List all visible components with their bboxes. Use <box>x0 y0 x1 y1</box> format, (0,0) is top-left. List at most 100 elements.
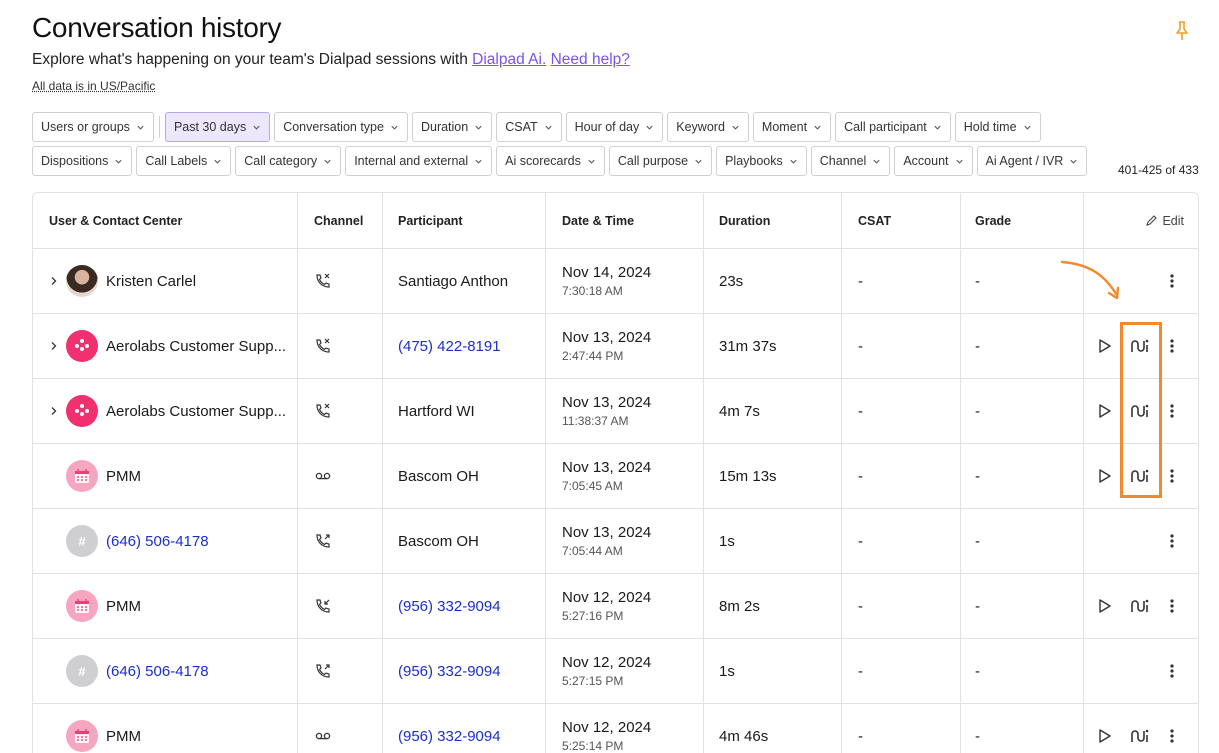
csat-value: - <box>858 337 863 355</box>
chevron-right-icon[interactable] <box>49 276 59 286</box>
filter-moment[interactable]: Moment <box>752 112 832 142</box>
filter-call-labels[interactable]: Call Labels <box>136 146 232 176</box>
participant-phone-link[interactable]: (956) 332-9094 <box>398 663 501 680</box>
filter-duration[interactable]: Duration <box>411 112 493 142</box>
more-options-icon[interactable] <box>1168 273 1176 289</box>
col-datetime[interactable]: Date & Time <box>546 193 704 248</box>
col-participant[interactable]: Participant <box>383 193 546 248</box>
more-options-icon[interactable] <box>1168 403 1176 419</box>
play-icon[interactable] <box>1098 728 1112 744</box>
col-channel[interactable]: Channel <box>298 193 383 248</box>
more-options-icon[interactable] <box>1168 338 1176 354</box>
filter-conversation-type[interactable]: Conversation type <box>274 112 408 142</box>
chevron-right-icon[interactable] <box>49 341 59 351</box>
cell-duration: 31m 37s <box>704 314 842 378</box>
play-icon[interactable] <box>1098 468 1112 484</box>
pin-icon[interactable] <box>1173 20 1191 42</box>
cell-user: PMM <box>33 704 298 753</box>
timezone-note[interactable]: All data is in US/Pacific <box>32 79 155 93</box>
filter-internal-external[interactable]: Internal and external <box>345 146 493 176</box>
more-options-icon[interactable] <box>1168 533 1176 549</box>
more-options-icon[interactable] <box>1168 468 1176 484</box>
cell-csat: - <box>842 379 961 443</box>
csat-value: - <box>858 597 863 615</box>
cell-duration: 15m 13s <box>704 444 842 508</box>
chevron-right-icon[interactable] <box>49 406 59 416</box>
filter-hold-time[interactable]: Hold time <box>954 112 1041 142</box>
col-user[interactable]: User & Contact Center <box>33 193 298 248</box>
grade-value: - <box>975 532 980 550</box>
filter-csat[interactable]: CSAT <box>496 112 562 142</box>
filter-account[interactable]: Account <box>894 146 973 176</box>
filter-hour-of-day[interactable]: Hour of day <box>565 112 664 142</box>
filter-label: Ai Agent / IVR <box>985 154 1064 168</box>
call-duration: 15m 13s <box>719 467 777 485</box>
cell-participant: (475) 422-8191 <box>383 314 546 378</box>
missed-call-icon <box>316 273 330 288</box>
cell-channel <box>298 249 383 313</box>
filter-ai-scorecards[interactable]: Ai scorecards <box>496 146 605 176</box>
play-icon[interactable] <box>1098 338 1112 354</box>
participant-phone-link[interactable]: (956) 332-9094 <box>398 598 501 615</box>
filter-label: Call purpose <box>617 154 689 168</box>
dialpad-ai-link[interactable]: Dialpad Ai. <box>472 51 546 68</box>
filter-call-participant[interactable]: Call participant <box>835 112 951 142</box>
people-icon <box>75 339 89 351</box>
col-duration[interactable]: Duration <box>704 193 842 248</box>
filter-label: Channel <box>819 154 867 168</box>
user-name: Aerolabs Customer Supp... <box>106 402 287 420</box>
filter-dispositions[interactable]: Dispositions <box>32 146 133 176</box>
filter-call-category[interactable]: Call category <box>235 146 342 176</box>
table-row[interactable]: # (646) 506-4178 Bascom OH Nov 13, 2024 7… <box>33 509 1198 574</box>
table-row[interactable]: Kristen Carlel Santiago Anthon Nov 14, 2… <box>33 249 1198 314</box>
participant-phone-link[interactable]: (475) 422-8191 <box>398 338 501 355</box>
call-time: 11:38:37 AM <box>562 414 629 428</box>
filter-keyword[interactable]: Keyword <box>667 112 749 142</box>
filter-users-or-groups[interactable]: Users or groups <box>32 112 154 142</box>
filter-ai-agent-ivr[interactable]: Ai Agent / IVR <box>976 146 1088 176</box>
table-row[interactable]: # (646) 506-4178 (956) 332-9094 Nov 12, … <box>33 639 1198 704</box>
filter-label: Dispositions <box>41 154 109 168</box>
cell-channel <box>298 379 383 443</box>
table-row[interactable]: Aerolabs Customer Supp... (475) 422-8191… <box>33 314 1198 379</box>
calendar-avatar <box>66 460 98 492</box>
table-row[interactable]: PMM (956) 332-9094 Nov 12, 2024 5:25:14 P… <box>33 704 1198 753</box>
more-options-icon[interactable] <box>1168 728 1176 744</box>
cell-user: # (646) 506-4178 <box>33 639 298 703</box>
highlight-box <box>1120 322 1162 498</box>
pencil-icon <box>1146 215 1158 226</box>
col-csat[interactable]: CSAT <box>842 193 961 248</box>
more-options-icon[interactable] <box>1168 663 1176 679</box>
result-count: 401-425 of 433 <box>1118 163 1199 177</box>
more-options-icon[interactable] <box>1168 598 1176 614</box>
table-row[interactable]: PMM (956) 332-9094 Nov 12, 2024 5:27:16 P… <box>33 574 1198 639</box>
edit-columns-button[interactable]: Edit <box>1145 214 1184 228</box>
incoming-call-icon <box>316 599 330 613</box>
play-icon[interactable] <box>1098 598 1112 614</box>
grade-value: - <box>975 272 980 290</box>
filter-label: Keyword <box>676 120 725 134</box>
filter-date-range[interactable]: Past 30 days <box>164 112 271 142</box>
play-icon[interactable] <box>1098 403 1112 419</box>
col-grade[interactable]: Grade <box>961 193 1084 248</box>
cell-user: # (646) 506-4178 <box>33 509 298 573</box>
filter-label: Call category <box>244 154 318 168</box>
cell-user: Kristen Carlel <box>33 249 298 313</box>
grade-value: - <box>975 402 980 420</box>
participant-phone-link[interactable]: (956) 332-9094 <box>398 728 501 745</box>
table-row[interactable]: PMM Bascom OH Nov 13, 2024 7:05:45 AM 15m… <box>33 444 1198 509</box>
cell-datetime: Nov 13, 2024 7:05:45 AM <box>546 444 704 508</box>
ai-recap-icon[interactable] <box>1130 598 1150 614</box>
cell-csat: - <box>842 509 961 573</box>
ai-recap-icon[interactable] <box>1130 728 1150 744</box>
user-phone-link[interactable]: (646) 506-4178 <box>106 663 209 680</box>
filter-channel[interactable]: Channel <box>810 146 891 176</box>
filter-call-purpose[interactable]: Call purpose <box>608 146 713 176</box>
user-phone-link[interactable]: (646) 506-4178 <box>106 533 209 550</box>
filter-playbooks[interactable]: Playbooks <box>716 146 807 176</box>
call-date: Nov 14, 2024 <box>562 264 652 281</box>
cell-csat: - <box>842 574 961 638</box>
call-time: 5:25:14 PM <box>562 739 624 753</box>
table-row[interactable]: Aerolabs Customer Supp... Hartford WI No… <box>33 379 1198 444</box>
need-help-link[interactable]: Need help? <box>551 51 630 68</box>
